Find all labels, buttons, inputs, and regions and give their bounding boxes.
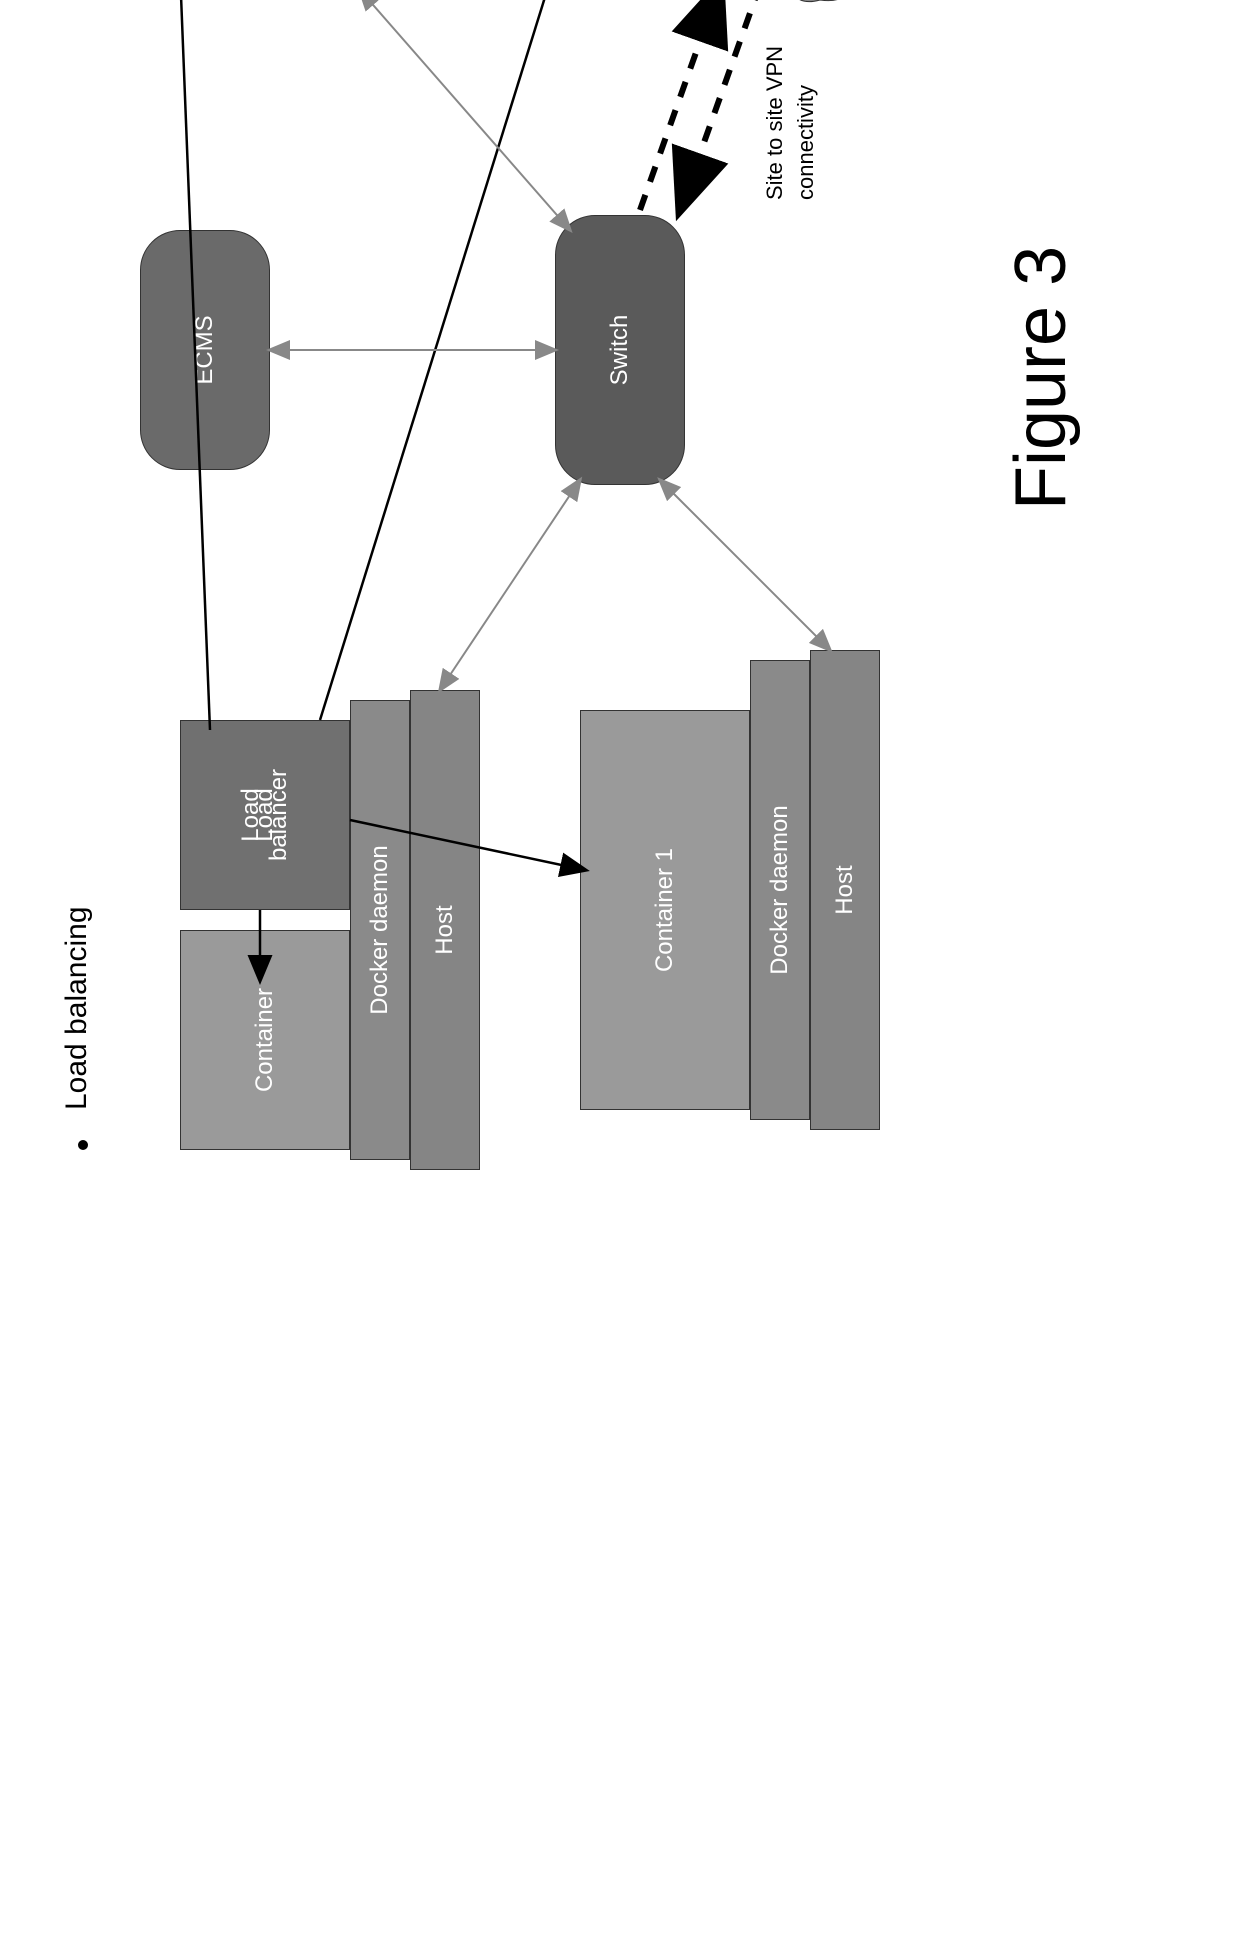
ecms-block: ECMS <box>140 230 270 470</box>
diagram-title: Load balancing <box>60 906 94 1110</box>
figure-caption: Figure 3 <box>1000 246 1082 510</box>
lb-l2: balancer <box>265 769 293 861</box>
switch-label: Switch <box>606 315 634 386</box>
load-balancer-label-block2: Load balancer <box>180 720 350 910</box>
vpn-annotation: Site to site VPN connectivity <box>760 20 822 200</box>
docker-label: Docker daemon <box>366 845 394 1014</box>
docker-block-bl: Docker daemon <box>750 660 810 1120</box>
host-block-bl: Host <box>810 650 880 1130</box>
public-cloud-shape <box>745 0 915 10</box>
container-label-bl: Container 1 <box>651 848 679 972</box>
docker-block-tl: Docker daemon <box>350 700 410 1160</box>
bullet-point <box>78 1140 88 1150</box>
switch-block: Switch <box>555 215 685 485</box>
host-block-tl: Host <box>410 690 480 1170</box>
container-label: Container <box>251 988 279 1092</box>
ecms-label: ECMS <box>191 315 219 384</box>
container-block-bl: Container 1 <box>580 710 750 1110</box>
docker-label-bl: Docker daemon <box>766 805 794 974</box>
lb-l1: Load <box>237 788 265 841</box>
host-label-bl: Host <box>831 865 859 914</box>
host-label: Host <box>431 905 459 954</box>
container-block-tl: Container <box>180 930 350 1150</box>
